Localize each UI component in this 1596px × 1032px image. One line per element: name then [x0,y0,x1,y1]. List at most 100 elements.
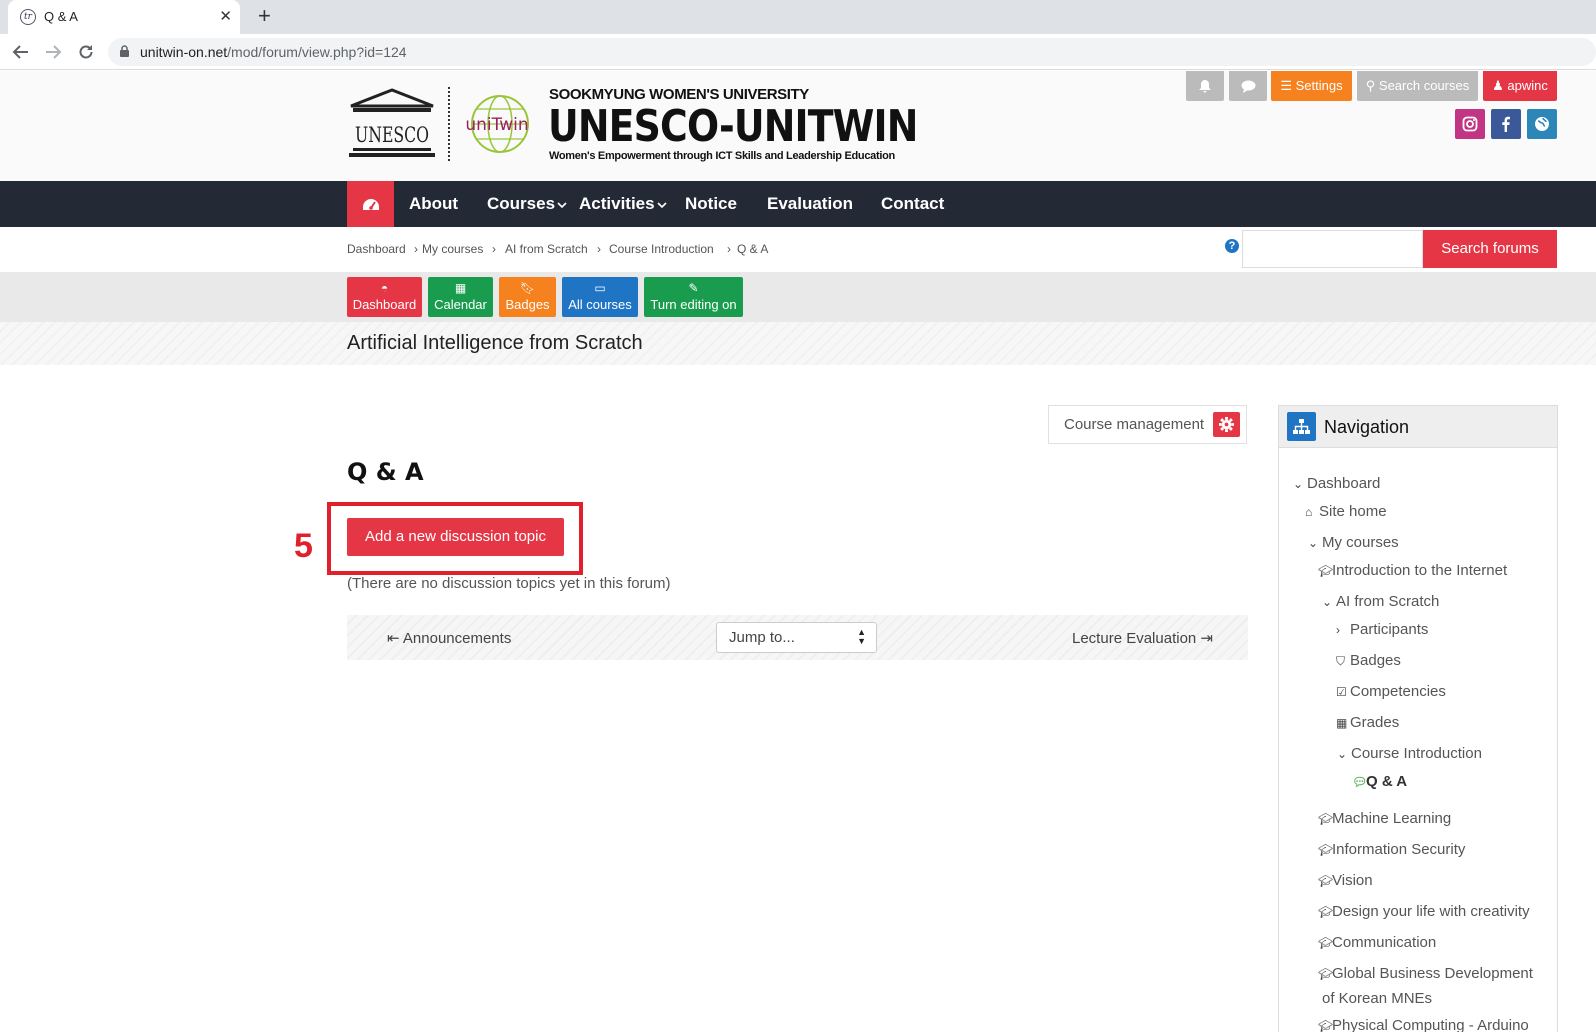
breadcrumb-current: Q & A [737,242,769,256]
unesco-logo[interactable]: UNESCO [347,88,437,160]
facebook-button[interactable] [1491,109,1521,139]
nav-tree-site-home[interactable]: ⌂ Site home [1305,503,1387,520]
nav-activities[interactable]: Activities [579,194,667,214]
globe-icon [1535,117,1549,131]
nav-tree-label: Vision [1332,872,1373,889]
nav-tree-course[interactable]: 🎓︎Information Security [1318,841,1465,858]
chevron-right-icon: › [1336,623,1340,637]
help-icon[interactable]: ? [1225,239,1239,253]
breadcrumb-course-introduction[interactable]: Course Introduction [609,242,714,256]
nav-contact[interactable]: Contact [881,194,944,214]
search-courses-button[interactable]: ⚲ Search courses [1357,71,1478,101]
chevron-down-icon [657,202,667,209]
nav-tree-dashboard[interactable]: ⌄ Dashboard [1293,475,1380,492]
add-discussion-topic-button[interactable]: Add a new discussion topic [347,518,564,556]
nav-tree-course[interactable]: 🎓︎Communication [1318,934,1436,951]
nav-tree-course[interactable]: 🎓︎Physical Computing - Arduino [1318,1017,1529,1032]
graduation-cap-icon: 🎓︎ [1318,1019,1334,1032]
close-tab-icon[interactable]: ✕ [219,7,232,25]
forum-search-input[interactable] [1242,230,1423,268]
search-forums-button[interactable]: Search forums [1423,230,1557,268]
main-navigation: About Courses Activities Notice Evaluati… [0,181,1596,227]
breadcrumb-separator: › [597,242,601,256]
reload-icon[interactable] [77,43,95,61]
graduation-cap-icon: 🎓︎ [1318,812,1334,826]
sitemap-icon [1287,412,1316,441]
quicklink-badges[interactable]: 🔖︎ Badges [499,277,556,317]
nav-tree-label: Site home [1319,503,1387,520]
chevron-down-icon: ⌄ [1308,536,1319,550]
arrow-left-icon: ⇤ [387,630,403,647]
course-header: Artificial Intelligence from Scratch [0,322,1596,365]
nav-tree-ai-from-scratch[interactable]: ⌄ AI from Scratch [1322,593,1439,610]
site-tagline: Women's Empowerment through ICT Skills a… [549,150,895,162]
quicklink-all-courses-label: All courses [568,297,632,312]
navigation-block-header: Navigation [1279,406,1557,448]
quicklink-all-courses[interactable]: ▭ All courses [562,277,638,317]
nav-tree-participants[interactable]: › Participants [1336,621,1428,638]
url-text: unitwin-on.net/mod/forum/view.php?id=124 [140,44,407,60]
jump-to-select[interactable]: Jump to... ▲ ▼ [716,622,877,653]
course-management-label: Course management [1064,416,1205,433]
breadcrumb-dashboard[interactable]: Dashboard [347,242,406,256]
activity-navigation: ⇤ Announcements Jump to... ▲ ▼ Lecture Ev… [347,615,1248,660]
previous-activity-label: Announcements [402,630,512,647]
nav-evaluation[interactable]: Evaluation [767,194,853,214]
quick-links-bar: ◓ Dashboard ▦ Calendar 🔖︎ Badges ▭ All c… [0,272,1596,322]
nav-about[interactable]: About [409,194,458,214]
instagram-button[interactable] [1455,109,1485,139]
next-activity-link[interactable]: Lecture Evaluation ⇥ [1072,629,1213,647]
quicklink-dashboard[interactable]: ◓ Dashboard [347,277,422,317]
settings-button[interactable]: ☰ Settings [1271,71,1352,101]
messages-button[interactable] [1229,71,1267,101]
breadcrumb-my-courses[interactable]: My courses [422,242,483,256]
back-arrow-icon[interactable] [12,43,30,61]
search-courses-label: Search courses [1378,78,1470,93]
nav-notice[interactable]: Notice [685,194,737,214]
nav-tree-badges[interactable]: ⛉ Badges [1336,652,1401,669]
tab-title: Q & A [44,9,78,24]
unitwin-logo-text: uniTwin [465,115,528,135]
nav-tree-course-introduction[interactable]: ⌄ Course Introduction [1337,745,1482,762]
website-button[interactable] [1527,109,1557,139]
course-management-panel[interactable]: Course management [1048,405,1247,444]
nav-tree-course[interactable]: 🎓︎Design your life with creativity [1318,903,1530,920]
browser-toolbar: unitwin-on.net/mod/forum/view.php?id=124 [0,34,1596,70]
site-brand-title[interactable]: UNESCO-UNITWIN [548,101,918,152]
new-tab-button[interactable]: + [258,3,271,29]
jump-to-label: Jump to... [729,629,795,646]
home-icon: ⌂ [1305,505,1313,519]
unitwin-logo[interactable]: uniTwin [460,89,534,159]
nav-tree-course[interactable]: 🎓︎Vision [1318,872,1373,889]
nav-home-button[interactable] [347,181,394,227]
address-bar[interactable]: unitwin-on.net/mod/forum/view.php?id=124 [108,38,1596,66]
breadcrumb-ai-from-scratch[interactable]: AI from Scratch [505,242,588,256]
quicklink-calendar[interactable]: ▦ Calendar [428,277,493,317]
nav-tree-q-and-a[interactable]: 💬︎Q & A [1352,773,1407,790]
forward-arrow-icon[interactable] [44,43,62,61]
instagram-icon [1462,116,1478,132]
quicklink-turn-editing-on[interactable]: ✎ Turn editing on [644,277,743,317]
nav-tree-course-continued[interactable]: of Korean MNEs [1322,990,1432,1007]
arrow-right-icon: ⇥ [1196,630,1213,647]
nav-courses[interactable]: Courses [487,194,567,214]
search-icon: ⚲ [1365,78,1376,93]
chevron-down-icon: ⌄ [1322,595,1333,609]
nav-tree-competencies[interactable]: ☑ Competencies [1336,683,1446,700]
facebook-icon [1502,116,1510,132]
nav-tree-course[interactable]: 🎓︎Global Business Development [1318,965,1533,982]
nav-tree-grades[interactable]: ▦ Grades [1336,714,1399,731]
browser-tab[interactable]: tr Q & A ✕ [8,0,240,34]
nav-tree-my-courses[interactable]: ⌄ My courses [1308,534,1399,551]
nav-tree-course[interactable]: 🎓︎Introduction to the Internet [1318,562,1507,579]
notifications-button[interactable] [1186,71,1224,101]
nav-tree-course[interactable]: 🎓︎Machine Learning [1318,810,1451,827]
logo-divider [448,87,450,161]
nav-tree-label: AI from Scratch [1336,593,1440,610]
course-title[interactable]: Artificial Intelligence from Scratch [347,332,643,355]
nav-tree-label: Competencies [1350,683,1446,700]
course-management-button[interactable] [1213,412,1240,437]
previous-activity-link[interactable]: ⇤ Announcements [387,629,511,647]
user-menu-button[interactable]: ♟ apwinc [1483,71,1557,101]
url-path: /mod/forum/view.php?id=124 [227,44,407,60]
